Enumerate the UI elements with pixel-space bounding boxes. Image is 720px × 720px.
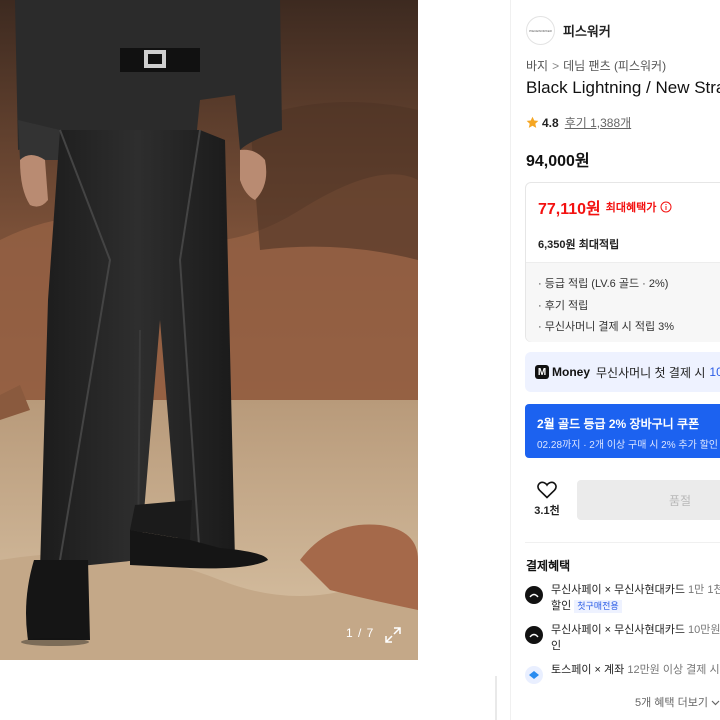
more-benefits-label: 5개 혜택 더보기 bbox=[635, 697, 708, 709]
payment-benefit-line: 무신사페이 × 무신사현대카드 bbox=[551, 624, 685, 636]
star-icon bbox=[526, 116, 539, 128]
product-price: 94,000원 bbox=[526, 153, 590, 170]
breadcrumb-item[interactable]: 데님 팬츠 (피스워커) bbox=[563, 59, 666, 73]
info-icon[interactable] bbox=[660, 201, 672, 213]
payment-benefit-amount: 12만원 이상 결제 시 bbox=[627, 664, 720, 676]
money-brand: Money bbox=[552, 365, 591, 379]
image-counter: 1 / 7 bbox=[346, 626, 375, 640]
first-purchase-badge: 첫구매전용 bbox=[574, 600, 622, 613]
money-logo-icon: M bbox=[535, 365, 549, 379]
points-list: · 등급 적립 (LV.6 골드 · 2%) · 후기 적립 · 무신사머니 결… bbox=[526, 263, 720, 342]
expand-icon[interactable] bbox=[384, 626, 402, 644]
point-item: · 무신사머니 결제 시 적립 3% bbox=[538, 321, 675, 333]
product-info-panel: PIECEWORKER 피스워커 바지 > 데님 팬츠 (피스워커) Black L… bbox=[510, 0, 720, 720]
product-image[interactable]: 1 / 7 bbox=[0, 0, 418, 660]
money-banner[interactable]: M Money 무신사머니 첫 결제 시 10% bbox=[525, 352, 720, 392]
payment-benefit-line: 할인 bbox=[551, 600, 572, 612]
scrollbar[interactable] bbox=[495, 676, 497, 720]
heart-icon bbox=[537, 481, 557, 499]
coupon-subtitle: 02.28까지 · 2개 이상 구매 시 2% 추가 할인 bbox=[537, 440, 718, 451]
product-title: Black Lightning / New Stra bbox=[526, 78, 720, 97]
payment-benefit-line: 무신사페이 × 무신사현대카드 bbox=[551, 584, 685, 596]
payment-benefit-text: 무신사페이 × 무신사현대카드 1만 1천 할인 첫구매전용 bbox=[551, 582, 720, 614]
like-count: 3.1천 bbox=[534, 505, 560, 517]
gallery-footer bbox=[0, 660, 418, 720]
payment-benefit-line: 토스페이 × 계좌 bbox=[551, 664, 625, 676]
point-item: · 후기 적립 bbox=[538, 300, 589, 312]
max-points: 6,350원 최대적립 bbox=[538, 239, 620, 251]
payment-benefits-title: 결제혜택 bbox=[526, 559, 571, 573]
payment-benefit-row[interactable]: 토스페이 × 계좌 12만원 이상 결제 시 bbox=[525, 662, 720, 684]
payment-benefit-row[interactable]: 무신사페이 × 무신사현대카드 10만원 인 bbox=[525, 622, 720, 654]
rating-score: 4.8 bbox=[542, 115, 559, 130]
coupon-title: 2월 골드 등급 2% 장바구니 쿠폰 bbox=[537, 417, 700, 431]
brand-logo[interactable]: PIECEWORKER bbox=[526, 16, 555, 45]
max-benefit-label: 최대혜택가 bbox=[605, 202, 657, 214]
payment-benefit-text: 무신사페이 × 무신사현대카드 10만원 인 bbox=[551, 622, 720, 654]
payment-benefit-amount: 1만 1천 bbox=[688, 584, 720, 596]
rating-row: 4.8 후기 1,388개 bbox=[526, 114, 631, 131]
musinsa-pay-icon bbox=[525, 626, 543, 644]
product-photo bbox=[0, 0, 418, 660]
divider bbox=[525, 542, 720, 543]
coupon-banner[interactable]: 2월 골드 등급 2% 장바구니 쿠폰 02.28까지 · 2개 이상 구매 시… bbox=[525, 404, 720, 458]
brand-name[interactable]: 피스워커 bbox=[563, 21, 611, 40]
money-banner-rate: 10% bbox=[709, 365, 720, 379]
max-benefit-price: 77,110원 bbox=[538, 201, 601, 218]
payment-benefit-amount: 10만원 bbox=[688, 624, 720, 636]
payment-benefit-row[interactable]: 무신사페이 × 무신사현대카드 1만 1천 할인 첫구매전용 bbox=[525, 582, 720, 614]
sold-out-button[interactable]: 품절 bbox=[577, 480, 720, 520]
toss-pay-icon bbox=[525, 666, 543, 684]
reviews-link[interactable]: 후기 1,388개 bbox=[565, 114, 631, 131]
brand-logo-text: PIECEWORKER bbox=[529, 28, 552, 33]
musinsa-pay-icon bbox=[525, 586, 543, 604]
max-benefit-price-row[interactable]: 77,110원 최대혜택가 bbox=[538, 195, 672, 219]
payment-benefit-text: 토스페이 × 계좌 12만원 이상 결제 시 bbox=[551, 662, 720, 684]
point-item: · 등급 적립 (LV.6 골드 · 2%) bbox=[538, 278, 669, 290]
breadcrumb-item[interactable]: 바지 bbox=[526, 59, 548, 73]
breadcrumb: 바지 > 데님 팬츠 (피스워커) bbox=[526, 57, 666, 74]
brand-row[interactable]: PIECEWORKER 피스워커 bbox=[526, 16, 611, 45]
breadcrumb-separator: > bbox=[552, 59, 560, 73]
sold-out-label: 품절 bbox=[669, 493, 692, 508]
more-benefits-link[interactable]: 5개 혜택 더보기 bbox=[635, 694, 720, 710]
payment-benefit-line: 인 bbox=[551, 640, 562, 652]
money-banner-text: 무신사머니 첫 결제 시 bbox=[596, 365, 706, 380]
chevron-down-icon bbox=[711, 700, 720, 706]
like-button[interactable]: 3.1천 bbox=[527, 481, 567, 518]
benefit-box: 77,110원 최대혜택가 6,350원 최대적립 · 등급 적립 (LV.6 … bbox=[525, 182, 720, 342]
